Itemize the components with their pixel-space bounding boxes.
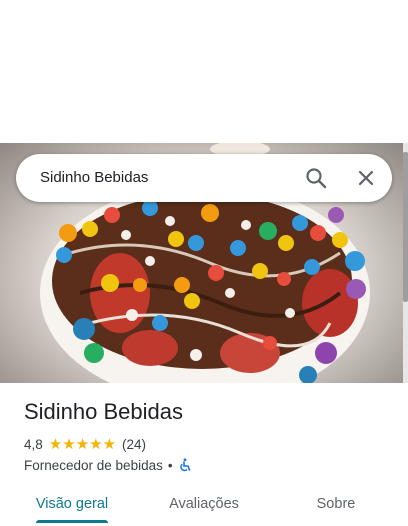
search-input[interactable]: Sidinho Bebidas (40, 154, 148, 202)
star-icon: ★ (48, 435, 63, 453)
reviews-count[interactable]: (24) (122, 437, 146, 452)
separator-dot: • (167, 457, 173, 473)
tab-about[interactable]: Sobre (288, 486, 384, 522)
rating-value: 4,8 (24, 436, 43, 452)
place-category: Fornecedor de bebidas (24, 457, 163, 473)
place-title: Sidinho Bebidas (24, 399, 184, 424)
star-icon: ★ (62, 435, 76, 453)
search-bar[interactable]: Sidinho Bebidas (16, 154, 392, 202)
top-blank-area (0, 0, 408, 143)
star-rating: ★ ★ ★ ★ ★ (49, 437, 116, 452)
active-tab-indicator (36, 520, 108, 523)
search-icon[interactable] (304, 166, 328, 190)
wheelchair-accessible-icon[interactable] (178, 458, 192, 472)
tab-overview[interactable]: Visão geral (24, 486, 120, 522)
category-row: Fornecedor de bebidas • (24, 456, 192, 474)
tab-reviews[interactable]: Avaliações (156, 486, 252, 522)
scrollbar-thumb[interactable] (403, 152, 408, 302)
star-icon: ★ (75, 435, 90, 453)
star-icon: ★ (89, 435, 103, 453)
rating-row[interactable]: 4,8 ★ ★ ★ ★ ★ (24) (24, 435, 146, 453)
star-icon: ★ (102, 435, 117, 453)
close-icon[interactable] (354, 166, 378, 190)
